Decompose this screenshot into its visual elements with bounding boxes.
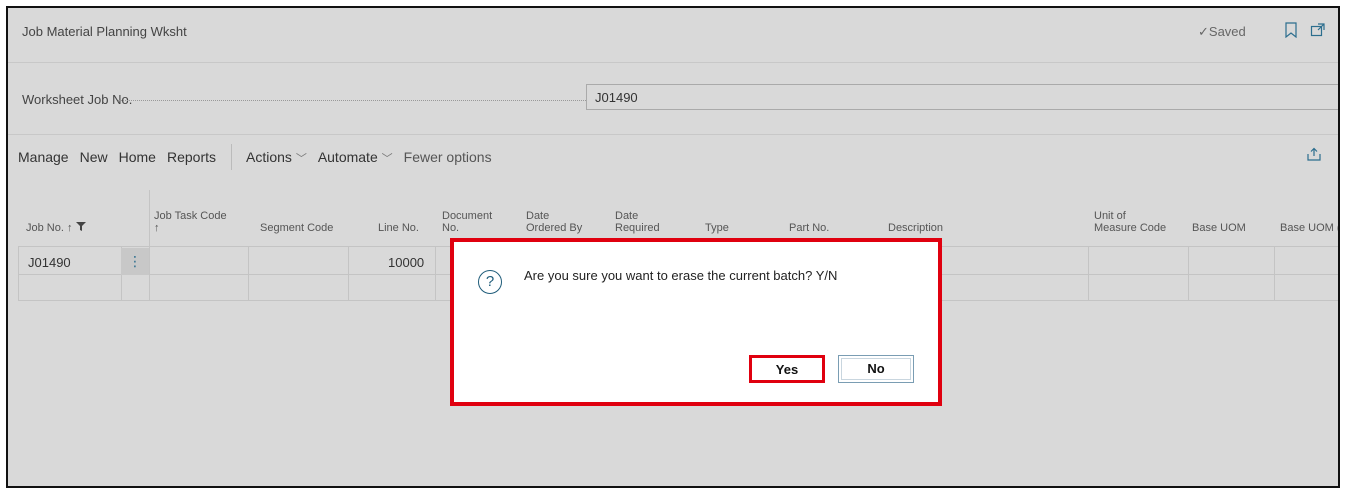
sort-arrow: ↑ [154,222,160,234]
cell-job-no[interactable]: J01490 [28,255,71,270]
automate-menu[interactable]: Automate ﹀ [318,149,393,166]
column-unit-of-measure-code[interactable]: Unit of Measure Code [1094,210,1166,234]
column-part-no[interactable]: Part No. [789,222,829,234]
reports-menu[interactable]: Reports [167,149,216,165]
column-uom-label-2: Measure Code [1094,222,1167,234]
saved-label: Saved [1208,24,1246,39]
column-job-task-code[interactable]: Job Task Code ↑ [154,210,227,234]
action-separator [231,144,232,170]
home-menu[interactable]: Home [119,149,156,165]
column-line-no[interactable]: Line No. [378,222,419,234]
column-base-uom[interactable]: Base UOM [1192,222,1246,234]
column-date-required-label: Date [615,210,639,222]
column-date-ordered-by[interactable]: Date Ordered By [526,210,582,234]
action-bar: Manage New Home Reports Actions ﹀ Automa… [18,144,503,170]
open-new-window-icon[interactable] [1310,22,1326,43]
column-date-required[interactable]: Date Required [615,210,660,234]
column-date-ordered-label-2: Ordered By [526,222,583,234]
actions-label: Actions [246,148,292,165]
confirm-dialog: ? Are you sure you want to erase the cur… [450,238,942,406]
column-date-required-label-2: Required [615,222,660,234]
yes-button[interactable]: Yes [749,355,825,383]
column-job-no[interactable]: Job No. ↑ [26,222,86,234]
column-uom-label: Unit of [1094,210,1126,222]
check-icon: ✓ [1198,24,1209,39]
row-actions-icon[interactable]: ⋮ [121,248,149,275]
chevron-down-icon: ﹀ [295,152,307,165]
worksheet-job-no-field[interactable]: J01490 [586,84,1338,110]
column-type[interactable]: Type [705,222,729,234]
no-button[interactable]: No [838,355,914,383]
worksheet-job-no-label: Worksheet Job No. [22,92,133,107]
column-description[interactable]: Description [888,222,943,234]
filter-icon [75,222,86,234]
bookmark-icon[interactable] [1284,22,1298,43]
cell-line-no[interactable]: 10000 [388,255,424,270]
column-segment-code[interactable]: Segment Code [260,222,333,234]
automate-label: Automate [317,148,378,165]
question-icon: ? [478,270,502,294]
field-divider [8,134,1338,135]
page-frame: Job Material Planning Wksht ✓Saved Works… [6,6,1340,488]
column-job-task-code-label: Job Task Code [154,210,227,222]
grid-col-border [1088,246,1089,300]
header-divider [8,62,1338,63]
fewer-options-button[interactable]: Fewer options [404,149,492,165]
chevron-down-icon: ﹀ [381,152,393,165]
column-job-no-label: Job No. ↑ [26,222,73,234]
share-icon[interactable] [1306,146,1322,167]
grid-col-border [1188,246,1189,300]
saved-status: ✓Saved [1198,24,1246,40]
grid-col-border [248,246,249,300]
manage-menu[interactable]: Manage [18,149,69,165]
column-document-no[interactable]: Document No. [442,210,492,234]
grid-col-border [348,246,349,300]
actions-menu[interactable]: Actions ﹀ [246,149,307,166]
grid-col-border [18,246,19,300]
dialog-message: Are you sure you want to erase the curre… [524,268,838,283]
grid-col-border [435,246,436,300]
column-document-no-label-2: No. [442,222,460,234]
field-leader-dots [118,100,588,101]
page-title: Job Material Planning Wksht [22,24,187,39]
grid-col-border [149,190,150,300]
grid-col-border [1274,246,1275,300]
new-button[interactable]: New [80,149,108,165]
column-document-no-label: Document [442,210,493,222]
column-date-ordered-label: Date [526,210,550,222]
column-base-uom-2[interactable]: Base UOM ( [1280,222,1338,234]
